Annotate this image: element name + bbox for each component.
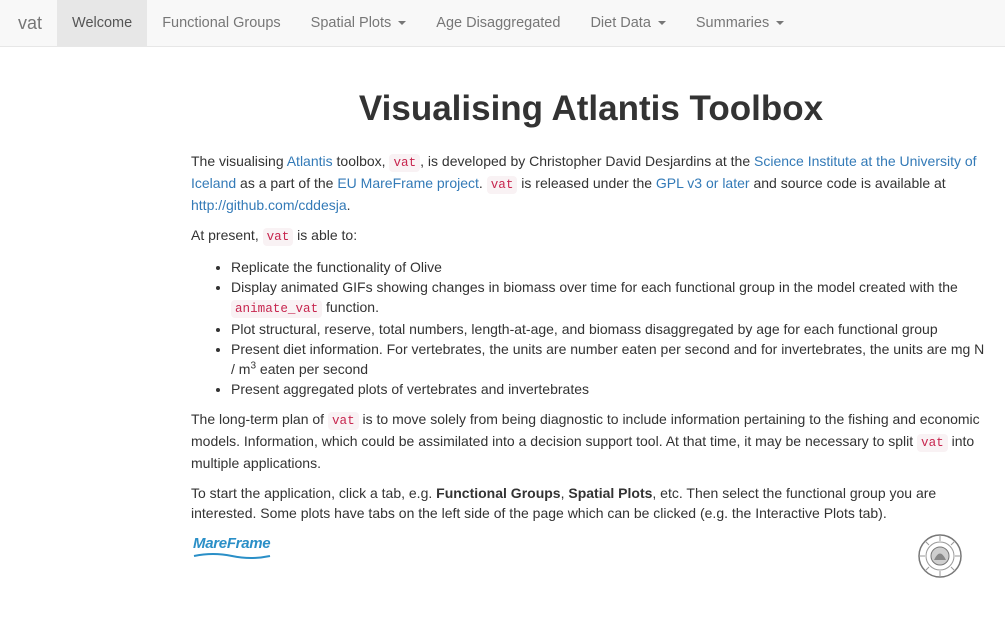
list-item-text: Replicate the functionality of Olive: [231, 259, 442, 275]
animate-vat-code: animate_vat: [231, 300, 323, 318]
tab-summaries[interactable]: Summaries: [681, 0, 799, 46]
vat-code: vat: [917, 434, 948, 452]
navbar-brand[interactable]: vat: [0, 0, 57, 46]
eu-mareframe-link[interactable]: EU MareFrame project: [337, 175, 479, 191]
list-item-text: Present aggregated plots of vertebrates …: [231, 381, 589, 397]
top-navbar: vat Welcome Functional Groups Spatial Pl…: [0, 0, 1005, 47]
tab-functional-groups-label: Functional Groups: [162, 15, 281, 31]
intro-text: and source code is available at: [749, 175, 946, 191]
spatial-plots-emphasis: Spatial Plots: [568, 485, 653, 501]
github-link[interactable]: http://github.com/cddesja: [191, 197, 347, 213]
intro-text: .: [346, 197, 351, 213]
plan-text: The long-term plan of: [191, 411, 328, 427]
vat-code: vat: [389, 154, 421, 172]
tab-welcome[interactable]: Welcome: [57, 0, 148, 46]
intro-text: .: [478, 175, 487, 191]
intro-text: , is developed by Christopher David Desj…: [420, 153, 754, 169]
mareframe-wave-icon: [193, 553, 271, 559]
list-item-text: Display animated GIFs showing changes in…: [231, 279, 958, 295]
present-text: At present,: [191, 227, 263, 243]
atlantis-link[interactable]: Atlantis: [287, 153, 333, 169]
caret-down-icon: [398, 21, 407, 25]
caret-down-icon: [776, 21, 785, 25]
main-content: Visualising Atlantis Toolbox The visuali…: [191, 48, 991, 593]
list-item: Display animated GIFs showing changes in…: [231, 277, 991, 319]
start-text: To start the application, click a tab, e…: [191, 485, 437, 501]
university-seal-icon: [918, 534, 962, 578]
tab-age-disaggregated-label: Age Disaggregated: [436, 15, 561, 31]
gpl-link[interactable]: GPL v3 or later: [656, 175, 750, 191]
page-title: Visualising Atlantis Toolbox: [358, 89, 824, 128]
logos-row: MareFrame: [191, 533, 991, 593]
intro-paragraph: The visualising Atlantis toolbox, vat, i…: [191, 151, 991, 215]
caret-down-icon: [657, 21, 666, 25]
list-item-text: function.: [322, 299, 379, 315]
intro-text: toolbox,: [332, 153, 390, 169]
present-paragraph: At present, vat is able to:: [191, 225, 991, 247]
tab-functional-groups[interactable]: Functional Groups: [147, 0, 295, 46]
tab-age-disaggregated[interactable]: Age Disaggregated: [421, 0, 575, 46]
capabilities-list: Replicate the functionality of Olive Dis…: [191, 257, 991, 399]
tab-diet-data-label: Diet Data: [590, 15, 651, 31]
plan-paragraph: The long-term plan of vat is to move sol…: [191, 409, 991, 473]
list-item: Present diet information. For vertebrate…: [231, 339, 991, 379]
tab-spatial-plots-label: Spatial Plots: [310, 15, 392, 31]
tab-summaries-label: Summaries: [695, 15, 770, 31]
present-text: is able to:: [293, 227, 358, 243]
intro-text: is released under the: [517, 175, 656, 191]
list-item: Present aggregated plots of vertebrates …: [231, 379, 991, 399]
functional-groups-emphasis: Functional Groups: [436, 485, 561, 501]
tab-diet-data[interactable]: Diet Data: [575, 0, 680, 46]
vat-code: vat: [327, 412, 359, 430]
intro-text: as a part of the: [236, 175, 338, 191]
intro-text: The visualising: [191, 153, 287, 169]
vat-code: vat: [262, 228, 294, 246]
list-item-text: eaten per second: [256, 361, 369, 377]
start-paragraph: To start the application, click a tab, e…: [191, 483, 991, 523]
list-item: Replicate the functionality of Olive: [231, 257, 991, 277]
tab-spatial-plots[interactable]: Spatial Plots: [296, 0, 422, 46]
list-item: Plot structural, reserve, total numbers,…: [231, 319, 991, 339]
mareframe-logo: MareFrame: [193, 535, 271, 552]
tab-welcome-label: Welcome: [72, 15, 133, 31]
list-item-text: Plot structural, reserve, total numbers,…: [231, 321, 938, 337]
vat-code: vat: [486, 176, 518, 194]
